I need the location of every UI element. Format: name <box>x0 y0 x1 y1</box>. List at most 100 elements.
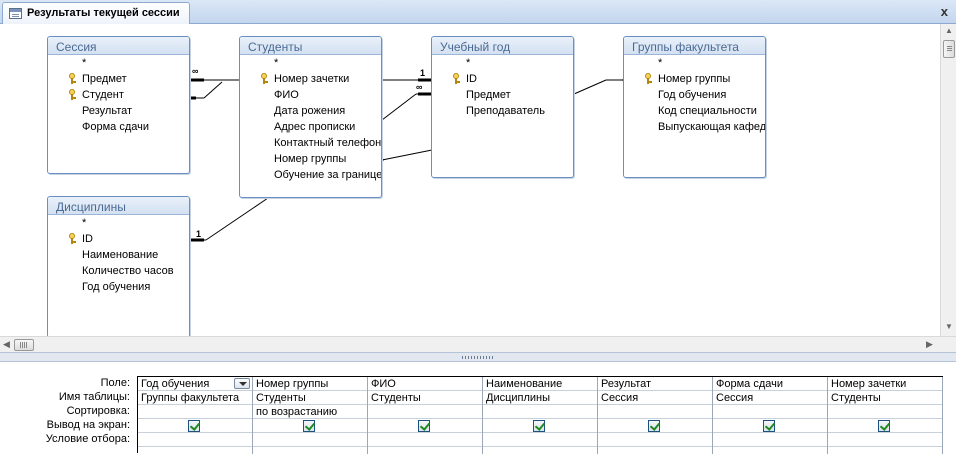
field-row[interactable]: Обучение за границей <box>240 167 381 183</box>
grid-column[interactable]: ФИО Студенты <box>368 377 483 454</box>
document-tab[interactable]: Результаты текущей сессии <box>2 2 190 24</box>
field-row[interactable]: Предмет <box>48 71 189 87</box>
show-checkbox[interactable] <box>303 420 315 432</box>
sort-cell[interactable] <box>483 405 597 419</box>
field-row[interactable]: Преподаватель <box>432 103 573 119</box>
grid-column[interactable]: Номер зачетки Студенты <box>828 377 943 454</box>
sort-cell[interactable] <box>368 405 482 419</box>
table-title[interactable]: Сессия <box>48 37 189 55</box>
field-row[interactable]: Выпускающая кафедра <box>624 119 765 135</box>
table-cell[interactable]: Студенты <box>253 391 367 405</box>
field-cell[interactable]: Номер группы <box>253 377 367 391</box>
field-row[interactable]: Номер группы <box>624 71 765 87</box>
scroll-thumb[interactable] <box>943 40 955 58</box>
table-cell[interactable]: Группы факультета <box>138 391 252 405</box>
field-row[interactable]: ID <box>432 71 573 87</box>
table-session[interactable]: Сессия * Предмет Студент Результат Форма… <box>47 36 190 174</box>
field-list[interactable]: * Номер зачетки ФИО Дата рожения Адрес п… <box>240 55 381 183</box>
table-faculty-groups[interactable]: Группы факультета * Номер группы Год обу… <box>623 36 766 178</box>
field-row[interactable]: Контактный телефон <box>240 135 381 151</box>
show-cell[interactable] <box>828 419 942 433</box>
criteria-cell[interactable] <box>483 433 597 447</box>
field-cell[interactable]: Номер зачетки <box>828 377 942 391</box>
field-cell[interactable]: Наименование <box>483 377 597 391</box>
field-row[interactable]: * <box>48 215 189 231</box>
field-row[interactable]: Студент <box>48 87 189 103</box>
sort-cell[interactable] <box>713 405 827 419</box>
field-row[interactable]: * <box>624 55 765 71</box>
pane-splitter[interactable] <box>0 352 956 362</box>
field-row[interactable]: Адрес прописки <box>240 119 381 135</box>
splitter-grip-icon[interactable] <box>462 356 494 359</box>
criteria-cell[interactable] <box>598 433 712 447</box>
scroll-down-arrow-icon[interactable]: ▼ <box>945 322 953 331</box>
criteria-cell[interactable] <box>138 433 252 447</box>
grid-column[interactable]: Наименование Дисциплины <box>483 377 598 454</box>
show-cell[interactable] <box>598 419 712 433</box>
field-row[interactable]: * <box>240 55 381 71</box>
sort-cell[interactable] <box>828 405 942 419</box>
table-disciplines[interactable]: Дисциплины * ID Наименование Количество … <box>47 196 190 338</box>
grid-columns[interactable]: Год обучения Группы факультета Номер гру… <box>137 376 943 454</box>
field-list[interactable]: * ID Наименование Количество часов Год о… <box>48 215 189 295</box>
table-students[interactable]: Студенты * Номер зачетки ФИО Дата рожени… <box>239 36 382 198</box>
table-title[interactable]: Дисциплины <box>48 197 189 215</box>
field-row[interactable]: * <box>48 55 189 71</box>
close-document-button[interactable]: x <box>941 4 948 19</box>
field-cell[interactable]: Год обучения <box>138 377 252 391</box>
field-cell[interactable]: ФИО <box>368 377 482 391</box>
field-cell[interactable]: Форма сдачи <box>713 377 827 391</box>
show-cell[interactable] <box>713 419 827 433</box>
diagram-horizontal-scrollbar[interactable]: ◀ ▶ <box>0 336 956 352</box>
table-title[interactable]: Учебный год <box>432 37 573 55</box>
scroll-left-arrow-icon[interactable]: ◀ <box>3 339 10 350</box>
field-row[interactable]: Код специальности <box>624 103 765 119</box>
table-cell[interactable]: Студенты <box>828 391 942 405</box>
field-row[interactable]: Форма сдачи <box>48 119 189 135</box>
chevron-down-icon[interactable] <box>234 378 250 389</box>
table-academic-year[interactable]: Учебный год * ID Предмет Преподаватель <box>431 36 574 178</box>
table-cell[interactable]: Дисциплины <box>483 391 597 405</box>
table-title[interactable]: Студенты <box>240 37 381 55</box>
show-cell[interactable] <box>368 419 482 433</box>
field-row[interactable]: ID <box>48 231 189 247</box>
scroll-up-arrow-icon[interactable]: ▲ <box>945 26 953 35</box>
field-row[interactable]: Дата рожения <box>240 103 381 119</box>
scroll-right-arrow-icon[interactable]: ▶ <box>926 339 933 350</box>
sort-cell[interactable] <box>598 405 712 419</box>
scroll-thumb[interactable] <box>14 339 34 351</box>
field-row[interactable]: Год обучения <box>624 87 765 103</box>
field-row[interactable]: Количество часов <box>48 263 189 279</box>
field-row[interactable]: Результат <box>48 103 189 119</box>
sort-cell[interactable]: по возрастанию <box>253 405 367 419</box>
show-checkbox[interactable] <box>648 420 660 432</box>
show-checkbox[interactable] <box>188 420 200 432</box>
show-checkbox[interactable] <box>418 420 430 432</box>
table-cell[interactable]: Сессия <box>713 391 827 405</box>
show-cell[interactable] <box>483 419 597 433</box>
field-row[interactable]: * <box>432 55 573 71</box>
grid-column[interactable]: Форма сдачи Сессия <box>713 377 828 454</box>
diagram-vertical-scrollbar[interactable]: ▲ ▼ <box>940 24 956 336</box>
criteria-cell[interactable] <box>368 433 482 447</box>
show-checkbox[interactable] <box>878 420 890 432</box>
show-checkbox[interactable] <box>533 420 545 432</box>
table-cell[interactable]: Сессия <box>598 391 712 405</box>
table-cell[interactable]: Студенты <box>368 391 482 405</box>
field-cell[interactable]: Результат <box>598 377 712 391</box>
table-title[interactable]: Группы факультета <box>624 37 765 55</box>
show-cell[interactable] <box>138 419 252 433</box>
query-design-grid[interactable]: Поле: Имя таблицы: Сортировка: Вывод на … <box>0 362 956 454</box>
grid-column[interactable]: Результат Сессия <box>598 377 713 454</box>
field-row[interactable]: Год обучения <box>48 279 189 295</box>
field-row[interactable]: Номер зачетки <box>240 71 381 87</box>
field-list[interactable]: * Номер группы Год обучения Код специаль… <box>624 55 765 135</box>
field-row[interactable]: ФИО <box>240 87 381 103</box>
field-list[interactable]: * ID Предмет Преподаватель <box>432 55 573 119</box>
field-row[interactable]: Наименование <box>48 247 189 263</box>
sort-cell[interactable] <box>138 405 252 419</box>
grid-column[interactable]: Год обучения Группы факультета <box>138 377 253 454</box>
query-diagram-pane[interactable]: ∞ 1 ∞ 1 Сессия * Предмет Студент Результ… <box>0 24 940 338</box>
show-checkbox[interactable] <box>763 420 775 432</box>
field-list[interactable]: * Предмет Студент Результат Форма сдачи <box>48 55 189 135</box>
